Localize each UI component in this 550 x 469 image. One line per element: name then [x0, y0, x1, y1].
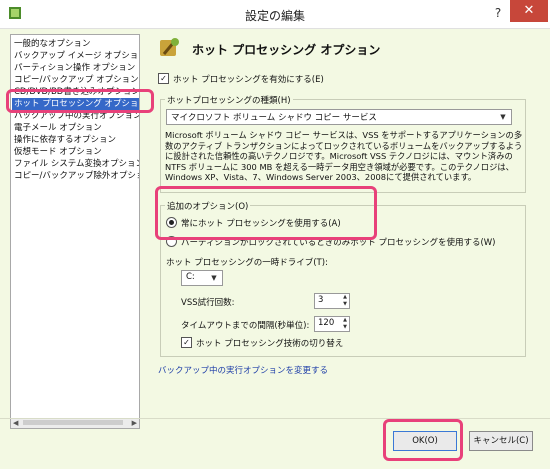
switch-tech-checkbox[interactable]: ✓ — [181, 337, 192, 348]
spin-arrows-icon[interactable]: ▲ ▼ — [341, 317, 349, 331]
scroll-right-icon[interactable]: ▶ — [132, 418, 137, 428]
tree-item-virtual-mode[interactable]: 仮想モード オプション — [14, 146, 102, 158]
vss-retry-spinner[interactable]: 3 ▲ ▼ — [314, 293, 350, 309]
chevron-down-icon[interactable]: ▼ — [208, 271, 220, 285]
tree-item-email[interactable]: 電子メール オプション — [14, 122, 102, 134]
tree-item-fs-convert[interactable]: ファイル システム変換オプション — [14, 158, 139, 170]
tree-item-partition[interactable]: パーティション操作 オプション — [14, 62, 135, 74]
panel-title: ホット プロセッシング オプション — [192, 43, 381, 57]
vss-retry-value: 3 — [318, 295, 324, 305]
temp-drive-select[interactable]: C: ▼ — [181, 270, 223, 286]
help-button[interactable]: ? — [488, 3, 508, 23]
switch-tech-label[interactable]: ホット プロセッシング技術の切り替え — [196, 337, 343, 349]
type-select-value: マイクロソフト ボリューム シャドウ コピー サービス — [171, 113, 377, 123]
timeout-label: タイムアウトまでの間隔(秒単位): — [181, 321, 310, 331]
type-description: Microsoft ボリューム シャドウ コピー サービスは、VSS をサポート… — [165, 130, 523, 182]
type-group-label: ホットプロセッシングの種類(H) — [165, 94, 293, 106]
enable-hot-processing-checkbox[interactable]: ✓ — [158, 73, 169, 84]
tree-item-exclusion[interactable]: コピー/バックアップ除外オプション — [14, 170, 139, 182]
highlight-ok-button — [383, 419, 463, 461]
tree-horizontal-scrollbar[interactable]: ◀ ▶ — [10, 418, 140, 429]
enable-hot-processing-label[interactable]: ホット プロセッシングを有効にする(E) — [173, 73, 324, 85]
title-bar: 設定の編集 ? ✕ — [0, 0, 550, 29]
tree-item-general[interactable]: 一般的なオプション — [14, 38, 91, 50]
window-title: 設定の編集 — [244, 9, 305, 23]
bottom-separator — [0, 418, 550, 419]
temp-drive-label: ホット プロセッシングの一時ドライブ(T): — [166, 258, 328, 268]
tree-item-copy-backup[interactable]: コピー/バックアップ オプション — [14, 74, 139, 86]
spin-arrows-icon[interactable]: ▲ ▼ — [341, 294, 349, 308]
scroll-left-icon[interactable]: ◀ — [13, 418, 18, 428]
timeout-spinner[interactable]: 120 ▲ ▼ — [314, 316, 350, 332]
type-select[interactable]: マイクロソフト ボリューム シャドウ コピー サービス ▼ — [166, 109, 512, 125]
highlight-extra-options — [155, 186, 377, 240]
hot-processing-icon — [160, 38, 179, 56]
tree-item-backup-image[interactable]: バックアップ イメージ オプション — [14, 50, 139, 62]
chevron-down-icon[interactable]: ▼ — [497, 110, 509, 124]
temp-drive-value: C: — [186, 272, 195, 282]
scroll-thumb[interactable] — [23, 420, 123, 425]
close-button[interactable]: ✕ — [510, 0, 548, 22]
timeout-value: 120 — [318, 318, 335, 328]
tree-item-dependent[interactable]: 操作に依存するオプション — [14, 134, 116, 146]
highlight-tree-selection — [6, 89, 154, 113]
vss-retry-label: VSS試行回数: — [181, 298, 235, 308]
cancel-button[interactable]: キャンセル(C) — [469, 431, 533, 451]
change-execution-options-link[interactable]: バックアップ中の実行オプションを変更する — [158, 364, 328, 376]
